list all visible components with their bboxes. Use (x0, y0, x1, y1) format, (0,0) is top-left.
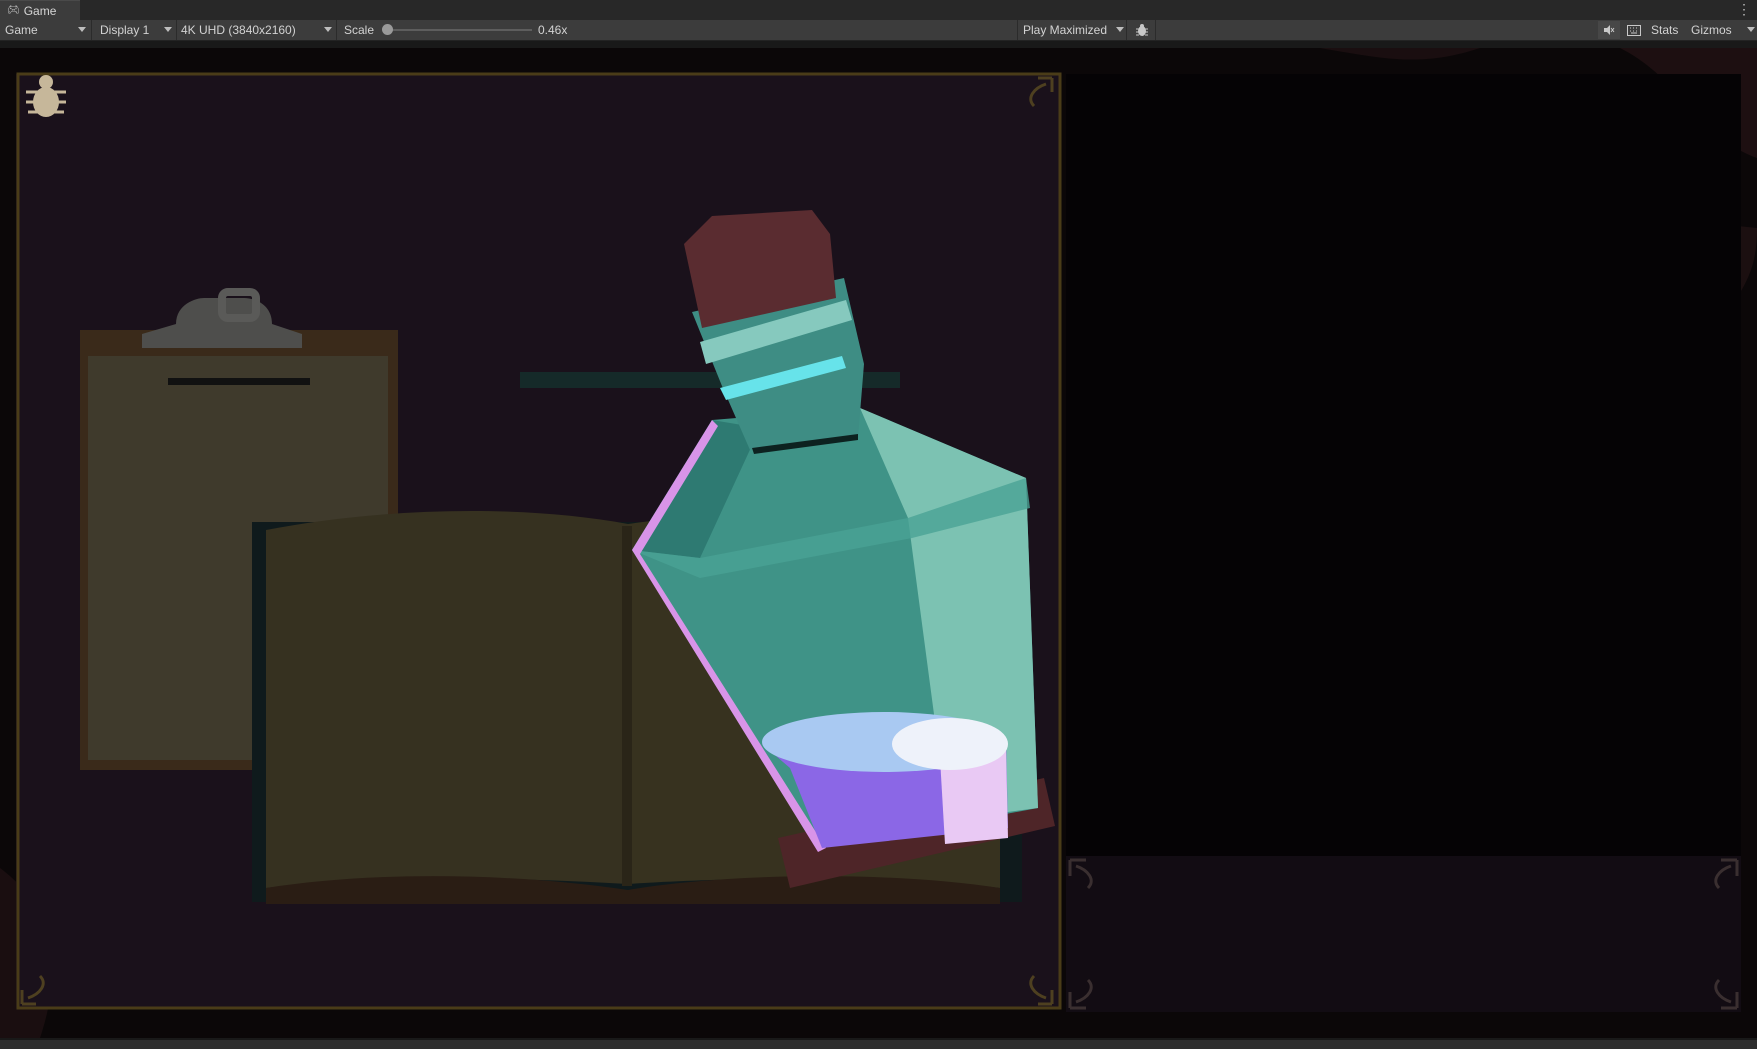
scale-label: Scale (344, 23, 375, 37)
tab-label: Game (23, 3, 57, 18)
display-dropdown[interactable]: Display 1 (95, 20, 177, 40)
scale-slider-track[interactable] (386, 29, 532, 31)
mode-dropdown[interactable]: Game (0, 20, 92, 40)
speaker-muted-icon (1604, 25, 1615, 35)
info-panel (1066, 74, 1741, 900)
play-mode-dropdown[interactable]: Play Maximized (1017, 20, 1127, 40)
resolution-dropdown[interactable]: 4K UHD (3840x2160) (176, 20, 337, 40)
stats-button[interactable]: Stats (1646, 20, 1683, 40)
toolbar-divider (1155, 20, 1156, 40)
chevron-down-icon (324, 27, 332, 32)
dialogue-panel (1066, 856, 1741, 1012)
tab-bar: 🎮︎ Game ⋮ (0, 0, 1757, 20)
scale-value: 0.46x (538, 23, 568, 37)
chevron-down-icon (164, 27, 172, 32)
keyboard-icon (1627, 24, 1641, 36)
gamepad-icon: 🎮︎ (7, 5, 20, 16)
scale-slider-handle[interactable] (382, 24, 393, 35)
gizmos-label: Gizmos (1691, 23, 1732, 37)
status-bar (0, 1040, 1757, 1049)
resolution-label: 4K UHD (3840x2160) (181, 23, 296, 37)
bug-icon (1136, 24, 1148, 36)
chevron-down-icon (1116, 27, 1124, 32)
tab-options-icon[interactable]: ⋮ (1737, 2, 1751, 16)
mute-audio-button[interactable] (1598, 21, 1620, 39)
chevron-down-icon (1747, 27, 1755, 32)
gizmos-dropdown[interactable]: Gizmos (1686, 20, 1757, 40)
game-view-toolbar: Game Display 1 4K UHD (3840x2160) Scale … (0, 20, 1757, 41)
shortcuts-button[interactable] (1623, 21, 1645, 39)
tab-game[interactable]: 🎮︎ Game (0, 0, 80, 20)
play-mode-label: Play Maximized (1023, 23, 1108, 37)
game-scene (0, 48, 1757, 1038)
display-label: Display 1 (100, 23, 150, 37)
frame-debugger-bug-icon[interactable] (1131, 21, 1153, 39)
chevron-down-icon (78, 27, 86, 32)
game-viewport[interactable] (0, 48, 1757, 1038)
mode-label: Game (5, 23, 38, 37)
